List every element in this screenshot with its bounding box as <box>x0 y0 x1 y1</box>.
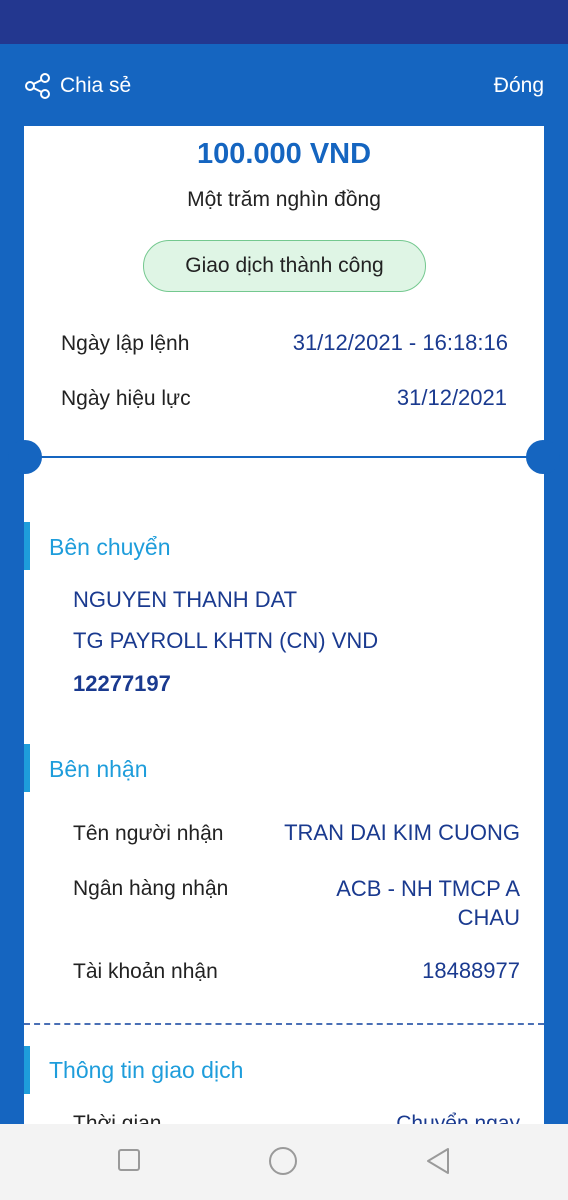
receiver-bank-value-line1: ACB - NH TMCP A <box>336 876 520 901</box>
order-date-value: 31/12/2021 - 16:18:16 <box>292 330 508 355</box>
amount-in-words: Một trăm nghìn đồng <box>187 188 381 211</box>
sender-section-title: Bên chuyển <box>49 534 171 560</box>
sender-name: NGUYEN THANH DAT <box>73 587 298 612</box>
transaction-time-label: Thời gian <box>73 1112 161 1124</box>
transaction-time-value-text: Chuyển ngay <box>396 1112 520 1124</box>
receipt-divider <box>40 456 528 458</box>
sender-account-name: TG PAYROLL KHTN (CN) VND <box>73 628 379 653</box>
receipt-notch-left <box>8 440 42 474</box>
receiver-section-accent <box>24 744 30 792</box>
transaction-time-value: Chuyển ngay <box>330 1112 520 1124</box>
effective-date-label: Ngày hiệu lực <box>61 387 191 410</box>
status-bar <box>0 0 568 44</box>
receiver-bank-value-line2: CHAU <box>457 905 520 930</box>
receipt-card-bottom <box>24 458 544 1158</box>
receiver-section-title: Bên nhận <box>49 756 148 782</box>
receiver-name-label: Tên người nhận <box>73 822 224 845</box>
close-button[interactable]: Đóng <box>494 74 544 98</box>
effective-date-value: 31/12/2021 <box>396 385 507 410</box>
system-nav-bar <box>0 1124 568 1200</box>
share-button[interactable]: Chia sẻ <box>24 70 131 102</box>
receiver-account-label: Tài khoản nhận <box>73 960 218 983</box>
recent-apps-icon[interactable] <box>117 1148 141 1177</box>
receiver-name-value: TRAN DAI KIM CUONG <box>284 820 520 845</box>
back-icon[interactable] <box>425 1147 451 1180</box>
top-bar: Chia sẻ Đóng <box>0 62 568 110</box>
share-label: Chia sẻ <box>60 74 132 97</box>
transaction-section-accent <box>24 1046 30 1094</box>
transaction-time-label-text: Thời gian <box>73 1112 162 1124</box>
home-icon[interactable] <box>268 1146 298 1181</box>
receiver-account-value: 18488977 <box>422 958 520 983</box>
sender-account-number: 12277197 <box>73 671 171 696</box>
share-icon <box>24 72 52 100</box>
status-badge: Giao dịch thành công <box>143 240 426 292</box>
receipt-notch-right <box>526 440 560 474</box>
transfer-amount: 100.000 VND <box>196 138 372 170</box>
receiver-bank-label: Ngân hàng nhận <box>73 877 229 900</box>
section-divider-dashed <box>24 1023 544 1025</box>
order-date-label: Ngày lập lệnh <box>61 332 190 355</box>
sender-section-accent <box>24 522 30 570</box>
transaction-section-title: Thông tin giao dịch <box>49 1057 244 1083</box>
